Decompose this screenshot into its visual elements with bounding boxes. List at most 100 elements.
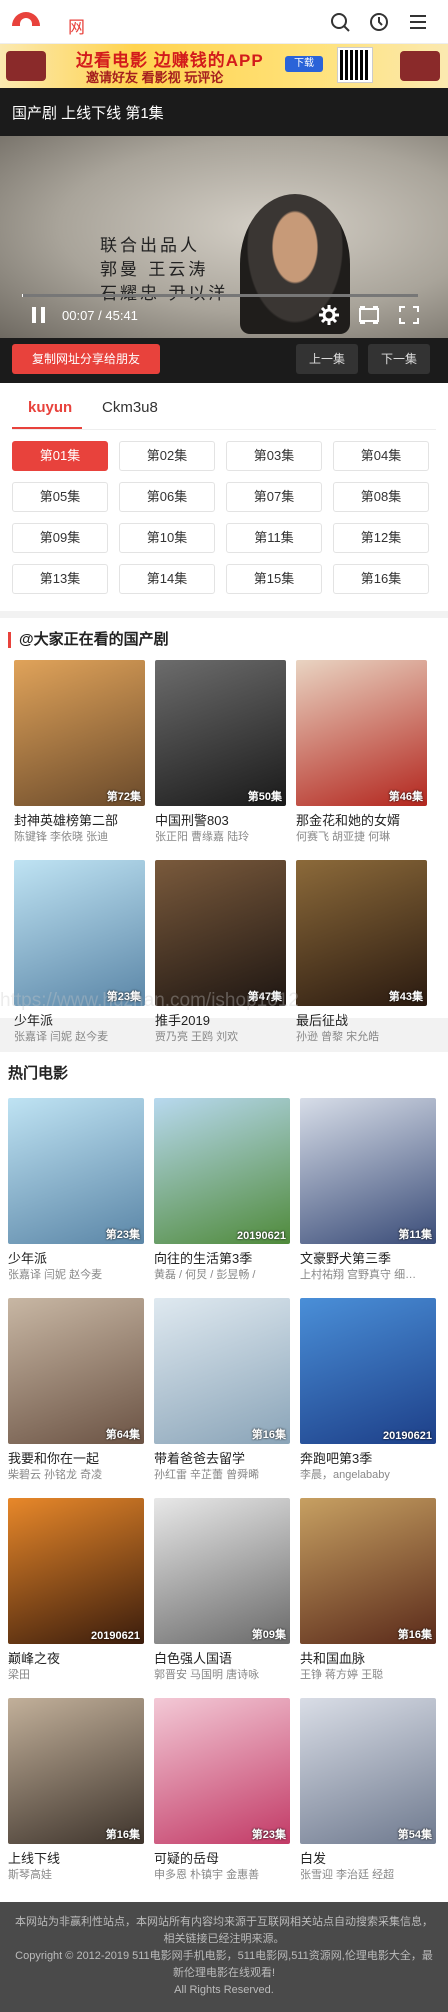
movie-title[interactable]: 少年派 xyxy=(8,1248,144,1267)
movie-poster[interactable]: 第16集 xyxy=(8,1698,144,1844)
movie-poster[interactable]: 第54集 xyxy=(300,1698,436,1844)
movie-title[interactable]: 最后征战 xyxy=(296,1010,427,1029)
widescreen-icon[interactable] xyxy=(358,305,380,325)
movie-poster[interactable]: 第16集 xyxy=(300,1498,436,1644)
movie-cast: 梁田 xyxy=(8,1669,30,1681)
episode-badge: 第47集 xyxy=(247,991,282,1003)
movie-poster[interactable]: 20190621 xyxy=(154,1098,290,1244)
prev-episode-button[interactable]: 上一集 xyxy=(296,344,358,374)
movie-title[interactable]: 可疑的岳母 xyxy=(154,1848,290,1867)
movie-poster[interactable]: 第50集 xyxy=(155,660,286,806)
movie-cast: 申多恩 朴镇宇 金惠善 xyxy=(154,1869,260,1881)
movie-title[interactable]: 上线下线 xyxy=(8,1848,144,1867)
share-link-button[interactable]: 复制网址分享给朋友 xyxy=(12,344,160,374)
next-episode-button[interactable]: 下一集 xyxy=(368,344,430,374)
episode-button[interactable]: 第14集 xyxy=(119,564,215,594)
movie-poster[interactable]: 第11集 xyxy=(300,1098,436,1244)
episode-button[interactable]: 第02集 xyxy=(119,441,215,471)
movie-poster[interactable]: 第72集 xyxy=(14,660,145,806)
movie-poster[interactable]: 20190621 xyxy=(300,1298,436,1444)
tab-divider xyxy=(12,429,436,430)
episode-badge: 第72集 xyxy=(106,791,141,803)
movie-cast: 王铮 蒋方婷 王聪 xyxy=(300,1669,384,1681)
movie-cast: 张正阳 曹缘嘉 陆玲 xyxy=(155,831,250,843)
movie-title[interactable]: 我要和你在一起 xyxy=(8,1448,144,1467)
video-player: 国产剧 上线下线 第1集 联合出品人 郭曼 王云涛 石耀忠 尹以洋 00:07 … xyxy=(0,88,448,383)
fullscreen-icon[interactable] xyxy=(398,305,420,325)
movie-title[interactable]: 带着爸爸去留学 xyxy=(154,1448,290,1467)
episode-button[interactable]: 第05集 xyxy=(12,482,108,512)
episode-button[interactable]: 第07集 xyxy=(226,482,322,512)
logo-text: 网 xyxy=(68,18,85,37)
source-tab-ckm3u8[interactable]: Ckm3u8 xyxy=(102,399,158,416)
movie-cast: 张雪迎 李治廷 经超 xyxy=(300,1869,395,1881)
movie-poster[interactable]: 第23集 xyxy=(14,860,145,1006)
menu-icon[interactable] xyxy=(407,11,429,33)
pause-icon[interactable] xyxy=(32,307,46,323)
time-display: 00:07 / 45:41 xyxy=(62,308,138,323)
movie-poster[interactable]: 第23集 xyxy=(8,1098,144,1244)
history-icon[interactable] xyxy=(368,11,390,33)
movie-cast: 张嘉译 闫妮 赵今麦 xyxy=(8,1269,103,1281)
episode-badge: 20190621 xyxy=(383,1430,432,1442)
episode-badge: 第64集 xyxy=(105,1429,140,1441)
hot-movies-section: 热门电影 第23集 少年派 张嘉译 闫妮 赵今麦 20190621 向往的生活第3季 黄磊… xyxy=(0,1052,448,1902)
episode-badge: 第09集 xyxy=(251,1629,286,1641)
movie-title[interactable]: 那金花和她的女婿 xyxy=(296,810,427,829)
movie-cast: 柴碧云 孙铭龙 奇凌 xyxy=(8,1469,103,1481)
movie-cast: 贾乃亮 王鸥 刘欢 xyxy=(155,1031,239,1043)
search-icon[interactable] xyxy=(329,11,351,33)
episode-badge: 第16集 xyxy=(397,1629,432,1641)
episode-button[interactable]: 第10集 xyxy=(119,523,215,553)
movie-poster[interactable]: 第16集 xyxy=(154,1298,290,1444)
episode-badge: 第43集 xyxy=(388,991,423,1003)
movie-cast: 上村祐翔 宫野真守 细… xyxy=(300,1269,417,1281)
episode-button[interactable]: 第08集 xyxy=(333,482,429,512)
progress-bar[interactable] xyxy=(22,294,418,297)
movie-poster[interactable]: 第47集 xyxy=(155,860,286,1006)
movie-title[interactable]: 封神英雄榜第二部 xyxy=(14,810,145,829)
footer-rights: All Rights Reserved. xyxy=(174,1984,274,1996)
movie-cast: 黄磊 / 何炅 / 彭昱畅 / xyxy=(154,1269,256,1281)
movie-poster[interactable]: 20190621 xyxy=(8,1498,144,1644)
episode-button[interactable]: 第13集 xyxy=(12,564,108,594)
episode-badge: 第50集 xyxy=(247,791,282,803)
episode-button[interactable]: 第09集 xyxy=(12,523,108,553)
movie-title[interactable]: 奔跑吧第3季 xyxy=(300,1448,436,1467)
player-controls: 00:07 / 45:41 xyxy=(22,302,426,330)
site-logo[interactable]: 网 xyxy=(12,8,132,37)
movie-poster[interactable]: 第23集 xyxy=(154,1698,290,1844)
movie-poster[interactable]: 第64集 xyxy=(8,1298,144,1444)
movie-title[interactable]: 中国刑警803 xyxy=(155,810,286,829)
episode-button[interactable]: 第15集 xyxy=(226,564,322,594)
episode-button[interactable]: 第04集 xyxy=(333,441,429,471)
episode-button[interactable]: 第11集 xyxy=(226,523,322,553)
episode-button[interactable]: 第16集 xyxy=(333,564,429,594)
footer-disclaimer: 本网站为非赢利性站点，本网站所有内容均来源于互联网相关站点自动搜索采集信息，相关… xyxy=(15,1916,433,1945)
source-tab-kuyun[interactable]: kuyun xyxy=(28,399,72,416)
app-promo-banner[interactable]: 边看电影 边赚钱的APP 邀请好友 看影视 玩评论 下载 xyxy=(0,44,448,88)
settings-gear-icon[interactable] xyxy=(318,304,340,326)
episode-badge: 第11集 xyxy=(398,1229,432,1241)
movie-title[interactable]: 少年派 xyxy=(14,1010,145,1029)
episode-button[interactable]: 第12集 xyxy=(333,523,429,553)
episode-badge: 第23集 xyxy=(106,991,141,1003)
episode-badge: 20190621 xyxy=(237,1230,286,1242)
movie-title[interactable]: 推手2019 xyxy=(155,1010,286,1029)
episode-button[interactable]: 第03集 xyxy=(226,441,322,471)
movie-title[interactable]: 白色强人国语 xyxy=(154,1648,290,1667)
movie-title[interactable]: 向往的生活第3季 xyxy=(154,1248,290,1267)
movie-title[interactable]: 文豪野犬第三季 xyxy=(300,1248,436,1267)
episode-button[interactable]: 第06集 xyxy=(119,482,215,512)
player-title: 国产剧 上线下线 第1集 xyxy=(12,105,164,122)
movie-poster[interactable]: 第43集 xyxy=(296,860,427,1006)
movie-title[interactable]: 白发 xyxy=(300,1848,436,1867)
download-button[interactable]: 下载 xyxy=(285,56,323,72)
movie-poster[interactable]: 第09集 xyxy=(154,1498,290,1644)
logo-mark xyxy=(12,12,40,26)
movie-title[interactable]: 共和国血脉 xyxy=(300,1648,436,1667)
section-title-hot-movies: 热门电影 xyxy=(8,1065,69,1082)
movie-title[interactable]: 巅峰之夜 xyxy=(8,1648,144,1667)
episode-button[interactable]: 第01集 xyxy=(12,441,108,471)
movie-poster[interactable]: 第46集 xyxy=(296,660,427,806)
